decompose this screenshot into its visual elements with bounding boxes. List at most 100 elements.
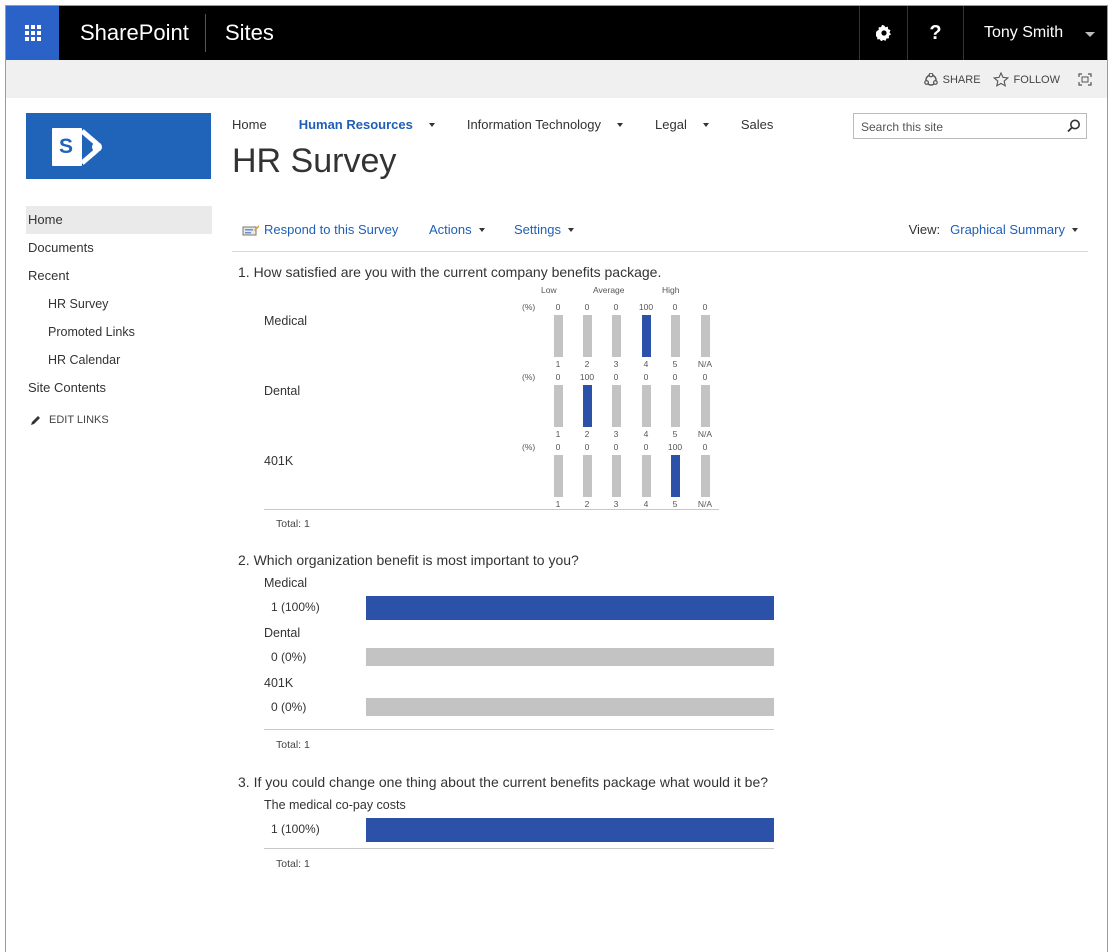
chevron-down-icon[interactable] (428, 122, 435, 127)
rating-bar (642, 315, 651, 357)
left-nav-item-hr-survey[interactable]: HR Survey (26, 290, 212, 318)
chevron-down-icon (1085, 32, 1095, 37)
rating-column-label: 2 (584, 429, 590, 439)
suite-bar-actions: ? Tony Smith (859, 6, 1107, 60)
top-nav-item-information-technology[interactable]: Information Technology (466, 117, 624, 132)
chevron-down-icon (1072, 227, 1078, 232)
app-title[interactable]: Sites (225, 20, 274, 46)
rating-bar-fill (642, 315, 651, 357)
rating-bar (671, 315, 680, 357)
follow-label: FOLLOW (1013, 73, 1060, 86)
share-label: SHARE (942, 73, 981, 86)
settings-menu[interactable]: Settings (514, 222, 574, 237)
top-nav-label: Sales (740, 117, 774, 132)
question-2-divider (264, 729, 774, 730)
actions-menu[interactable]: Actions (429, 222, 485, 237)
rating-value-label: 0 (613, 302, 619, 312)
rating-column-label: 1 (555, 359, 561, 369)
choice-bar (366, 818, 774, 842)
search-input[interactable]: Search this site (853, 113, 1087, 139)
rating-row-label: 401K (264, 454, 294, 468)
pencil-icon (31, 415, 40, 425)
chevron-down-icon[interactable] (702, 122, 709, 127)
respond-survey-icon (242, 224, 259, 235)
toolbar-divider (232, 251, 1088, 252)
view-selector[interactable]: View: Graphical Summary (909, 222, 1078, 237)
rating-value-label: 0 (643, 372, 649, 382)
app-launcher-icon (24, 25, 41, 41)
question-1-title: 1. How satisfied are you with the curren… (238, 264, 662, 280)
top-nav-item-legal[interactable]: Legal (655, 117, 709, 132)
brand-name[interactable]: SharePoint (80, 20, 189, 46)
rating-column-label: 4 (643, 359, 649, 369)
rating-bar (554, 455, 563, 497)
rating-bar (701, 385, 710, 427)
rating-column-label: 4 (643, 429, 649, 439)
site-logo[interactable]: S (26, 113, 211, 179)
rating-column-label: 5 (672, 499, 678, 509)
help-button[interactable]: ? (907, 6, 963, 60)
rating-column-label: 2 (584, 359, 590, 369)
rating-value-label: 100 (638, 302, 654, 312)
left-nav-item-home[interactable]: Home (26, 206, 212, 234)
rating-value-label: 0 (672, 372, 678, 382)
question-2-total: Total: 1 (276, 739, 310, 751)
choice-count: 1 (100%) (271, 600, 320, 614)
search-icon[interactable] (1067, 119, 1081, 133)
chevron-down-icon[interactable] (617, 122, 624, 127)
top-nav-label: Home (232, 117, 267, 132)
question-3-title: 3. If you could change one thing about t… (238, 774, 769, 790)
user-menu[interactable]: Tony Smith (963, 6, 1107, 60)
choice-label: Medical (264, 576, 308, 590)
choice-bar (366, 698, 774, 716)
left-nav-item-documents[interactable]: Documents (26, 234, 212, 262)
rating-column-label: 2 (584, 499, 590, 509)
choice-label: Dental (264, 626, 301, 640)
rating-bar (612, 385, 621, 427)
left-nav-item-hr-calendar[interactable]: HR Calendar (26, 346, 212, 374)
scale-low-label: Low (541, 285, 557, 295)
respond-button[interactable]: Respond to this Survey (242, 222, 398, 237)
top-nav-item-human-resources[interactable]: Human Resources (299, 117, 435, 132)
rating-column-label: 5 (672, 429, 678, 439)
rating-value-label: 100 (579, 372, 595, 382)
left-nav-item-recent[interactable]: Recent (26, 262, 212, 290)
chevron-down-icon (478, 227, 485, 232)
app-launcher-button[interactable] (6, 6, 59, 60)
rating-bar (583, 455, 592, 497)
focus-icon (1078, 73, 1092, 86)
edit-links-button[interactable]: EDIT LINKS (26, 414, 212, 426)
top-nav-label: Information Technology (466, 117, 602, 132)
suite-bar: SharePoint Sites ? Tony Smith (6, 6, 1107, 60)
rating-value-label: 0 (584, 442, 590, 452)
search-placeholder: Search this site (861, 120, 944, 134)
rating-bar (612, 315, 621, 357)
settings-button[interactable] (859, 6, 907, 60)
rating-value-label: 0 (613, 372, 619, 382)
rating-bar (671, 455, 680, 497)
choice-count: 1 (100%) (271, 822, 320, 836)
left-nav-item-promoted-links[interactable]: Promoted Links (26, 318, 212, 346)
rating-bar (612, 455, 621, 497)
focus-content-button[interactable] (1078, 73, 1097, 86)
top-nav-item-sales[interactable]: Sales (741, 117, 774, 132)
suite-divider (205, 14, 206, 52)
share-button[interactable]: SHARE (923, 72, 981, 87)
share-bar: SHARE FOLLOW (6, 60, 1107, 98)
left-nav-item-site-contents[interactable]: Site Contents (26, 374, 212, 402)
rating-bar (642, 455, 651, 497)
rating-column-label: N/A (697, 359, 713, 369)
rating-value-label: 100 (667, 442, 683, 452)
rating-value-label: 0 (555, 302, 561, 312)
top-nav-label: Legal (655, 117, 687, 132)
rating-value-label: 0 (555, 442, 561, 452)
share-icon (923, 72, 938, 86)
browser-frame: SharePoint Sites ? Tony Smith SHARE FOLL… (5, 5, 1108, 952)
rating-bar-fill (671, 455, 680, 497)
rating-bar (701, 455, 710, 497)
top-nav-item-home[interactable]: Home (232, 117, 267, 132)
follow-button[interactable]: FOLLOW (992, 72, 1060, 87)
rating-column-label: N/A (697, 499, 713, 509)
question-1-divider (264, 509, 719, 510)
page-title: HR Survey (232, 142, 397, 180)
